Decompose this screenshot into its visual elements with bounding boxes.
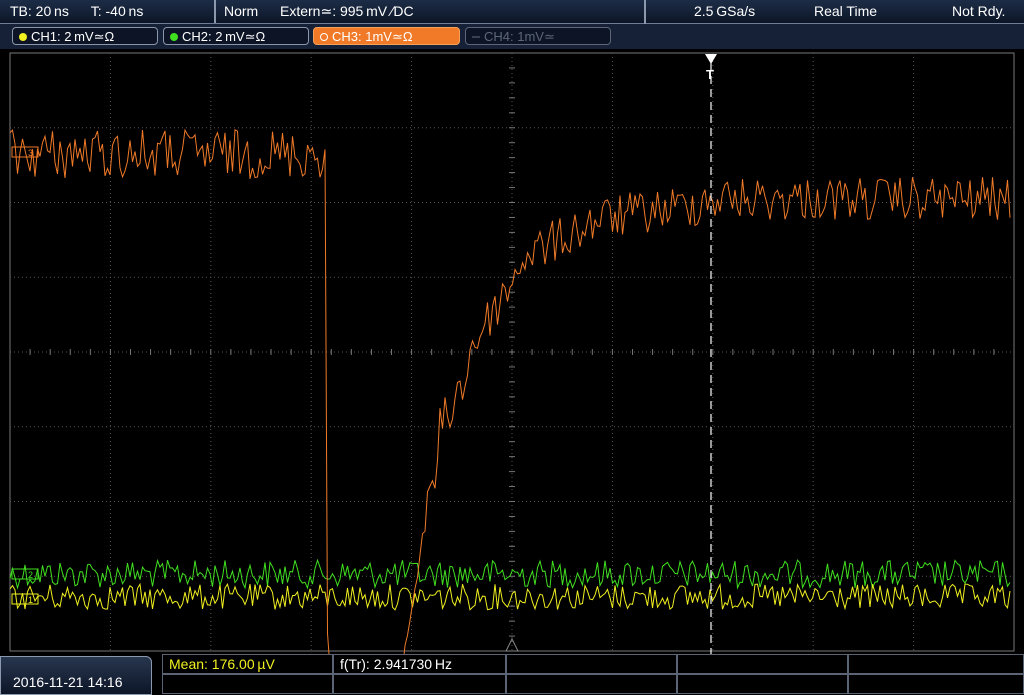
measurement-slot-4[interactable] xyxy=(677,654,848,674)
trigger-source[interactable]: Extern≃: 995 mV ∕DC xyxy=(280,0,414,23)
ch2-dot-icon xyxy=(170,32,178,41)
measurement-slot-6[interactable] xyxy=(162,674,333,694)
channel-bar: CH1: 2 mV≃Ω CH2: 2 mV≃Ω CH3: 1mV≃Ω CH4: … xyxy=(0,24,1024,49)
channel-tab-ch2[interactable]: CH2: 2 mV≃Ω xyxy=(163,27,309,45)
ch3-marker-label: 3 xyxy=(28,148,33,158)
measurement-slot-10[interactable] xyxy=(848,674,1024,694)
measurement-slot-5[interactable] xyxy=(848,654,1024,674)
measurement-panel: Mean: 176.00 µV f(Tr): 2.941730 Hz xyxy=(162,654,1024,695)
timebase-readout: TB: 20 ns xyxy=(10,3,69,19)
measurement-slot-8[interactable] xyxy=(506,674,677,694)
ch4-label: CH4: 1mV≃ xyxy=(484,29,555,44)
ch4-dash-icon xyxy=(472,35,480,38)
channel-tab-ch3[interactable]: CH3: 1mV≃Ω xyxy=(313,27,460,45)
trigger-marker-label: T xyxy=(706,67,714,82)
datetime-box[interactable]: 2016-11-21 14:16 xyxy=(0,656,152,695)
channel-tab-ch1[interactable]: CH1: 2 mV≃Ω xyxy=(12,27,158,45)
measurement-frequency[interactable]: f(Tr): 2.941730 Hz xyxy=(333,654,506,674)
ch2-label: CH2: 2 mV≃Ω xyxy=(182,29,266,44)
ch2-marker-label: 2 xyxy=(28,570,33,580)
ch1-label: CH1: 2 mV≃Ω xyxy=(31,29,115,44)
ch2-trace xyxy=(9,558,1011,590)
trigger-position-readout: T: -40 ns xyxy=(90,3,144,19)
waveform-display[interactable]: T 3 2 1 xyxy=(0,49,1024,654)
trigger-marker-icon[interactable] xyxy=(705,54,717,64)
measurement-slot-9[interactable] xyxy=(677,674,848,694)
ch3-dot-icon xyxy=(320,32,328,41)
acquisition-mode[interactable]: Real Time xyxy=(814,0,877,23)
ch1-marker-label: 1 xyxy=(28,595,33,605)
ch2-offset-marker[interactable]: 2 xyxy=(11,568,39,580)
measurement-mean[interactable]: Mean: 176.00 µV xyxy=(162,654,333,674)
timebase-segment[interactable]: TB: 20 ns T: -40 ns xyxy=(0,0,216,23)
channel-tab-ch4[interactable]: CH4: 1mV≃ xyxy=(465,27,611,45)
status-bar: TB: 20 ns T: -40 ns Norm Extern≃: 995 mV… xyxy=(0,0,1024,24)
waveform-svg[interactable]: T 3 2 1 xyxy=(0,49,1024,654)
datetime-label: 2016-11-21 14:16 xyxy=(13,674,123,690)
ch1-dot-icon xyxy=(19,32,27,41)
trigger-mode[interactable]: Norm xyxy=(224,0,258,23)
divider xyxy=(644,0,646,24)
sample-rate[interactable]: 2.5 GSa/s xyxy=(694,0,755,23)
measurement-slot-7[interactable] xyxy=(333,674,506,694)
ch3-label: CH3: 1mV≃Ω xyxy=(332,29,413,44)
measurement-slot-3[interactable] xyxy=(506,654,677,674)
acquisition-status: Not Rdy. xyxy=(952,3,1006,19)
